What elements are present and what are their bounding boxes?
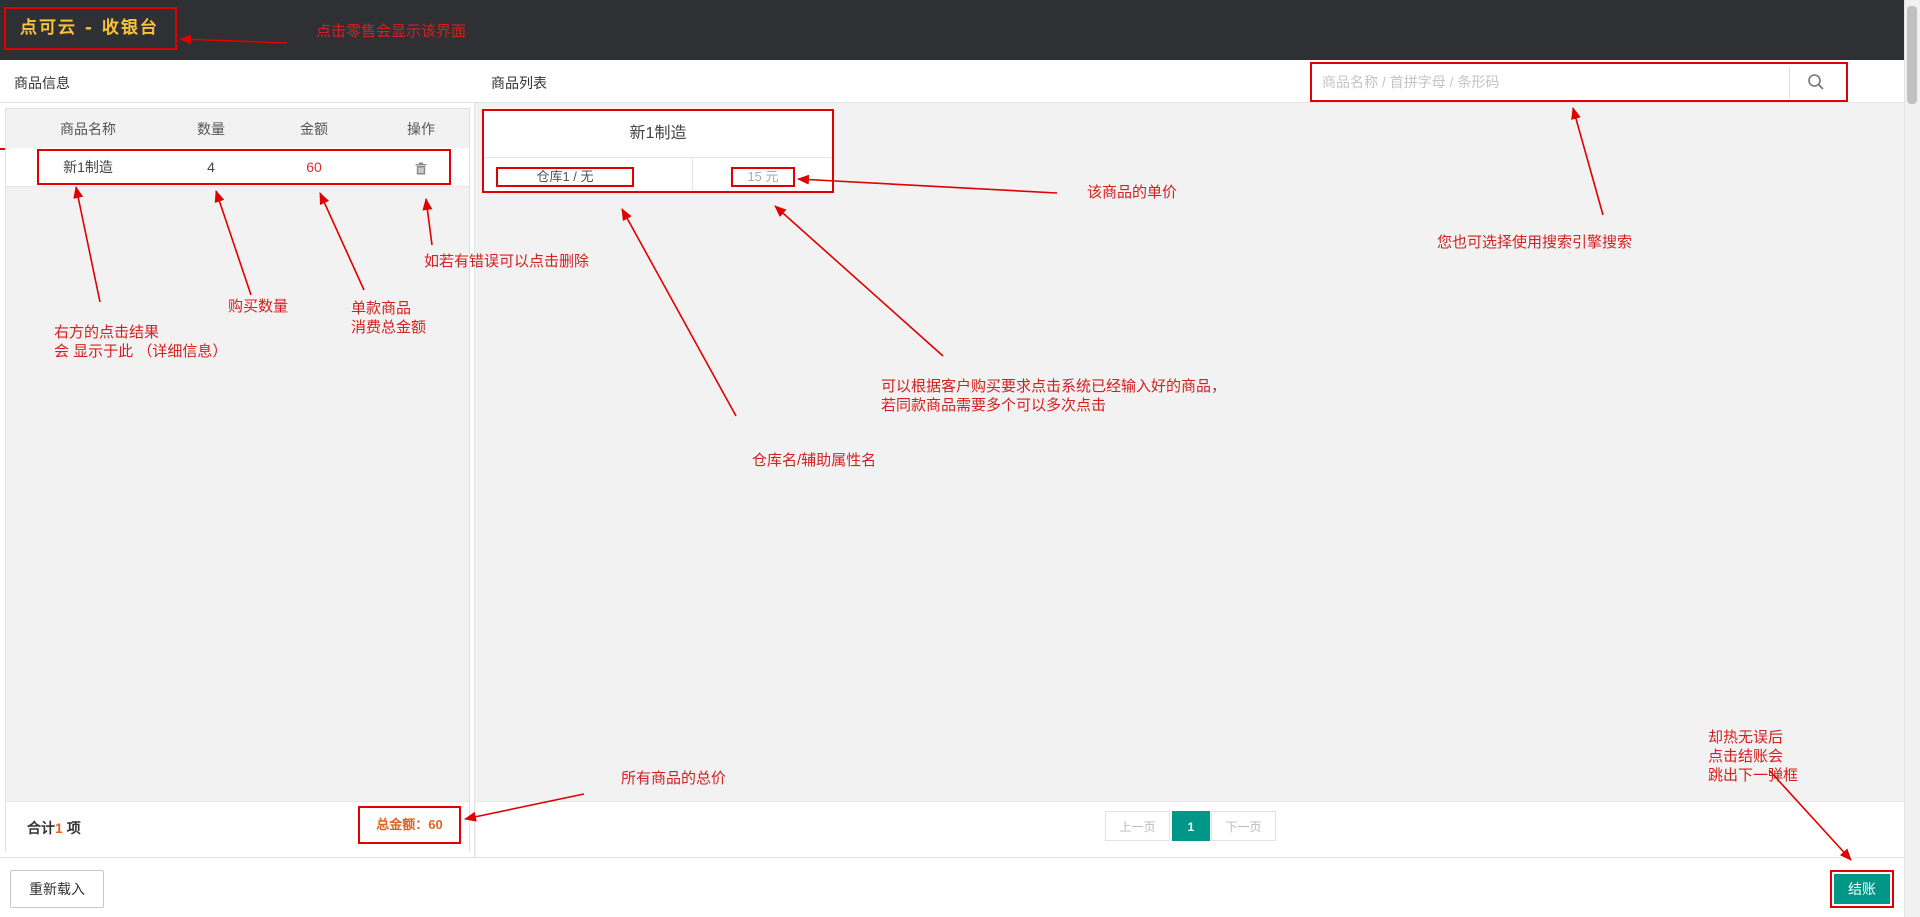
cart-summary: 合计1 项	[27, 820, 81, 836]
left-panel-title: 商品信息	[14, 75, 70, 91]
note-total: 所有商品的总价	[621, 770, 727, 787]
note-amount-1: 单款商品	[351, 300, 412, 317]
note-price: 该商品的单价	[1087, 184, 1178, 201]
note-details-1: 右方的点击结果	[54, 324, 160, 341]
note-delete: 如若有错误可以点击删除	[424, 253, 590, 270]
page-1-button[interactable]: 1	[1172, 811, 1210, 841]
product-warehouse: 仓库1 / 无	[496, 167, 634, 187]
reload-button[interactable]: 重新载入	[10, 870, 104, 908]
top-bar	[0, 0, 1904, 60]
product-price: 15 元	[731, 167, 795, 187]
product-name: 新1制造	[484, 111, 832, 158]
note-warehouse: 仓库名/辅助属性名	[752, 452, 877, 469]
cart-table-header: 商品名称 数量 金额 操作	[6, 111, 469, 147]
col-qty: 数量	[197, 121, 225, 137]
cart-count: 1	[55, 820, 63, 836]
note-details-2: 会 显示于此 （详细信息）	[54, 343, 228, 360]
right-panel-title: 商品列表	[491, 75, 547, 91]
card-divider	[692, 158, 693, 191]
checkout-label: 结账	[1834, 874, 1890, 904]
scrollbar-thumb[interactable]	[1907, 6, 1917, 104]
col-name: 商品名称	[60, 121, 116, 137]
note-qty: 购买数量	[228, 298, 289, 315]
cart-area	[5, 108, 470, 851]
note-amount-2: 消费总金额	[351, 319, 427, 336]
row-marker	[0, 148, 5, 150]
note-checkout-3: 跳出下一弹框	[1708, 767, 1799, 784]
prev-page-button[interactable]: 上一页	[1105, 811, 1170, 841]
app-title: 点可云 - 收银台	[4, 7, 177, 50]
note-search: 您也可选择使用搜索引擎搜索	[1437, 234, 1633, 251]
note-checkout-2: 点击结账会	[1708, 748, 1784, 765]
total-amount: 总金额：60	[358, 806, 461, 844]
next-page-button[interactable]: 下一页	[1211, 811, 1276, 841]
left-panel-header	[0, 60, 475, 103]
search-button[interactable]	[1789, 66, 1842, 98]
cart-row-highlight	[37, 149, 451, 185]
col-action: 操作	[407, 121, 435, 137]
note-click-1: 可以根据客户购买要求点击系统已经输入好的商品，	[881, 378, 1227, 395]
note-click-2: 若同款商品需要多个可以多次点击	[881, 397, 1107, 414]
bottom-bar	[0, 857, 1904, 917]
checkout-button[interactable]: 结账	[1830, 870, 1894, 908]
vertical-scrollbar[interactable]	[1904, 0, 1920, 917]
search-icon	[1808, 74, 1824, 90]
col-amount: 金额	[300, 121, 328, 137]
note-checkout-1: 却热无误后	[1708, 729, 1784, 746]
search-box	[1310, 62, 1848, 102]
search-input[interactable]	[1314, 66, 1794, 98]
product-card[interactable]: 新1制造 仓库1 / 无 15 元	[482, 109, 834, 193]
note-brand: 点击零售会显示该界面	[316, 23, 467, 40]
